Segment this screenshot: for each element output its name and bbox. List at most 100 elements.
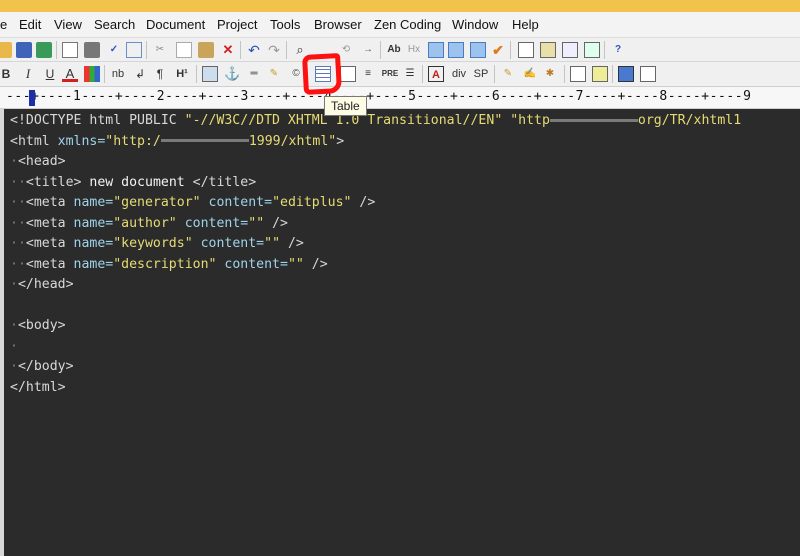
ruler-toggle-icon[interactable] bbox=[470, 42, 486, 58]
undo-icon[interactable]: ↶ bbox=[246, 42, 262, 58]
toolbar-separator bbox=[286, 41, 287, 59]
menu-edit[interactable]: Edit bbox=[19, 17, 41, 32]
menu-tools[interactable]: Tools bbox=[270, 17, 300, 32]
menu-browser[interactable]: Browser bbox=[314, 17, 362, 32]
menu-window[interactable]: Window bbox=[452, 17, 498, 32]
print-icon[interactable] bbox=[84, 42, 100, 58]
paste-icon[interactable] bbox=[198, 42, 214, 58]
css-toolbar-icon[interactable] bbox=[592, 66, 608, 82]
code-line-13: ·</body> bbox=[10, 359, 74, 374]
spellcheck-icon[interactable]: ✓ bbox=[106, 42, 122, 58]
align-center-icon[interactable]: ≡ bbox=[360, 66, 376, 82]
heading-size-icon[interactable]: Hx bbox=[406, 42, 422, 58]
code-line-8: ··<meta name="description" content="" /> bbox=[10, 256, 328, 272]
image-icon[interactable] bbox=[202, 66, 218, 82]
output-window-icon[interactable] bbox=[562, 42, 578, 58]
code-line-2: <html xmlns="http:/1999/xhtml"> bbox=[10, 133, 345, 149]
goto-line-icon[interactable]: → bbox=[360, 42, 376, 58]
fullscreen-icon[interactable] bbox=[584, 42, 600, 58]
quick-style-icon[interactable]: ✍ bbox=[522, 66, 538, 82]
menu-document[interactable]: Document bbox=[146, 17, 205, 32]
open-folder-icon[interactable] bbox=[0, 42, 12, 58]
list-icon[interactable]: ☰ bbox=[402, 66, 418, 82]
paragraph-button[interactable]: ¶ bbox=[152, 66, 168, 82]
underline-button[interactable]: U bbox=[42, 66, 58, 82]
cliptext-window-icon[interactable] bbox=[540, 42, 556, 58]
span-button[interactable]: SP bbox=[472, 66, 490, 82]
heading-button[interactable]: H¹ bbox=[174, 66, 190, 82]
delete-icon[interactable]: ✕ bbox=[220, 42, 236, 58]
menu-bar: e Edit View Search Document Project Tool… bbox=[0, 12, 800, 38]
red-highlight-circle bbox=[301, 53, 343, 95]
ruler-cursor-marker[interactable] bbox=[29, 90, 35, 106]
toolbar-separator bbox=[380, 41, 381, 59]
inline-preview-icon[interactable] bbox=[618, 66, 634, 82]
check-icon[interactable]: ✔ bbox=[490, 42, 506, 58]
menu-help[interactable]: Help bbox=[512, 17, 539, 32]
toolbar-separator bbox=[56, 41, 57, 59]
ruler: ---+----1----+----2----+----3----+----4-… bbox=[0, 87, 800, 109]
replace-icon[interactable]: ⟲ bbox=[338, 42, 354, 58]
menu-file[interactable]: e bbox=[0, 17, 7, 32]
redo-icon[interactable]: ↷ bbox=[266, 42, 282, 58]
form-icon[interactable] bbox=[340, 66, 356, 82]
code-line-6: ··<meta name="author" content="" /> bbox=[10, 215, 288, 231]
toolbar-separator bbox=[240, 41, 241, 59]
anchor-icon[interactable]: ⚓ bbox=[224, 66, 240, 82]
line-break-button[interactable]: ↲ bbox=[132, 66, 148, 82]
copyright-icon[interactable]: © bbox=[288, 66, 304, 82]
color-palette-icon[interactable] bbox=[84, 66, 100, 82]
comment-icon[interactable]: ✎ bbox=[266, 66, 282, 82]
toolbar-separator bbox=[494, 65, 495, 83]
print-preview-icon[interactable] bbox=[62, 42, 78, 58]
directory-window-icon[interactable] bbox=[518, 42, 534, 58]
line-number-icon[interactable] bbox=[448, 42, 464, 58]
menu-view[interactable]: View bbox=[54, 17, 82, 32]
toolbar-separator bbox=[612, 65, 613, 83]
div-button[interactable]: div bbox=[450, 66, 468, 82]
font-color-button[interactable]: A bbox=[62, 66, 78, 82]
html-toolbar: B I U A nb ↲ ¶ H¹ ⚓ ═ ✎ © ≡ PRE ☰ A div … bbox=[0, 62, 800, 87]
toolbar-separator bbox=[604, 41, 605, 59]
toolbar-separator bbox=[564, 65, 565, 83]
word-wrap-icon[interactable] bbox=[428, 42, 444, 58]
italic-button[interactable]: I bbox=[20, 66, 36, 82]
title-bar-strip bbox=[0, 0, 800, 12]
code-content[interactable]: <!DOCTYPE html PUBLIC "-//W3C//DTD XHTML… bbox=[10, 111, 741, 398]
preformatted-button[interactable]: PRE bbox=[380, 66, 400, 82]
font-tag-icon[interactable]: A bbox=[428, 66, 444, 82]
html-toolbar-icon[interactable] bbox=[570, 66, 586, 82]
toolbar-separator bbox=[196, 65, 197, 83]
code-line-9: ·</head> bbox=[10, 277, 74, 292]
toolbar-separator bbox=[104, 65, 105, 83]
menu-zen-coding[interactable]: Zen Coding bbox=[374, 17, 441, 32]
copy-icon[interactable] bbox=[176, 42, 192, 58]
code-line-4: ··<title> new document </title> bbox=[10, 174, 257, 190]
font-size-icon[interactable]: Ab bbox=[386, 42, 402, 58]
table-tooltip: Table bbox=[324, 96, 367, 116]
save-icon[interactable] bbox=[16, 42, 32, 58]
save-all-icon[interactable] bbox=[36, 42, 52, 58]
main-toolbar: ✓ ✂ ✕ ↶ ↷ ⌕ ⟲ → Ab Hx ✔ ? bbox=[0, 38, 800, 62]
toolbar-separator bbox=[422, 65, 423, 83]
menu-project[interactable]: Project bbox=[217, 17, 257, 32]
color-picker-icon[interactable]: ✱ bbox=[542, 66, 558, 82]
cut-icon[interactable]: ✂ bbox=[152, 42, 168, 58]
browser-window-icon[interactable] bbox=[640, 66, 656, 82]
toolbar-separator bbox=[510, 41, 511, 59]
help-icon[interactable]: ? bbox=[610, 42, 626, 58]
code-line-5: ··<meta name="generator" content="editpl… bbox=[10, 195, 376, 210]
ruler-scale: ---+----1----+----2----+----3----+----4-… bbox=[6, 89, 752, 104]
browser-preview-icon[interactable] bbox=[126, 42, 142, 58]
code-line-14: </html> bbox=[10, 379, 66, 395]
horizontal-rule-icon[interactable]: ═ bbox=[246, 66, 262, 82]
code-line-7: ··<meta name="keywords" content="" /> bbox=[10, 236, 304, 251]
bold-button[interactable]: B bbox=[0, 66, 14, 82]
code-line-3: ·<head> bbox=[10, 154, 66, 169]
code-line-11: ·<body> bbox=[10, 318, 66, 333]
code-line-12: · bbox=[10, 338, 18, 354]
nbsp-button[interactable]: nb bbox=[110, 66, 126, 82]
toolbar-separator bbox=[146, 41, 147, 59]
edit-tag-icon[interactable]: ✎ bbox=[500, 66, 516, 82]
menu-search[interactable]: Search bbox=[94, 17, 135, 32]
